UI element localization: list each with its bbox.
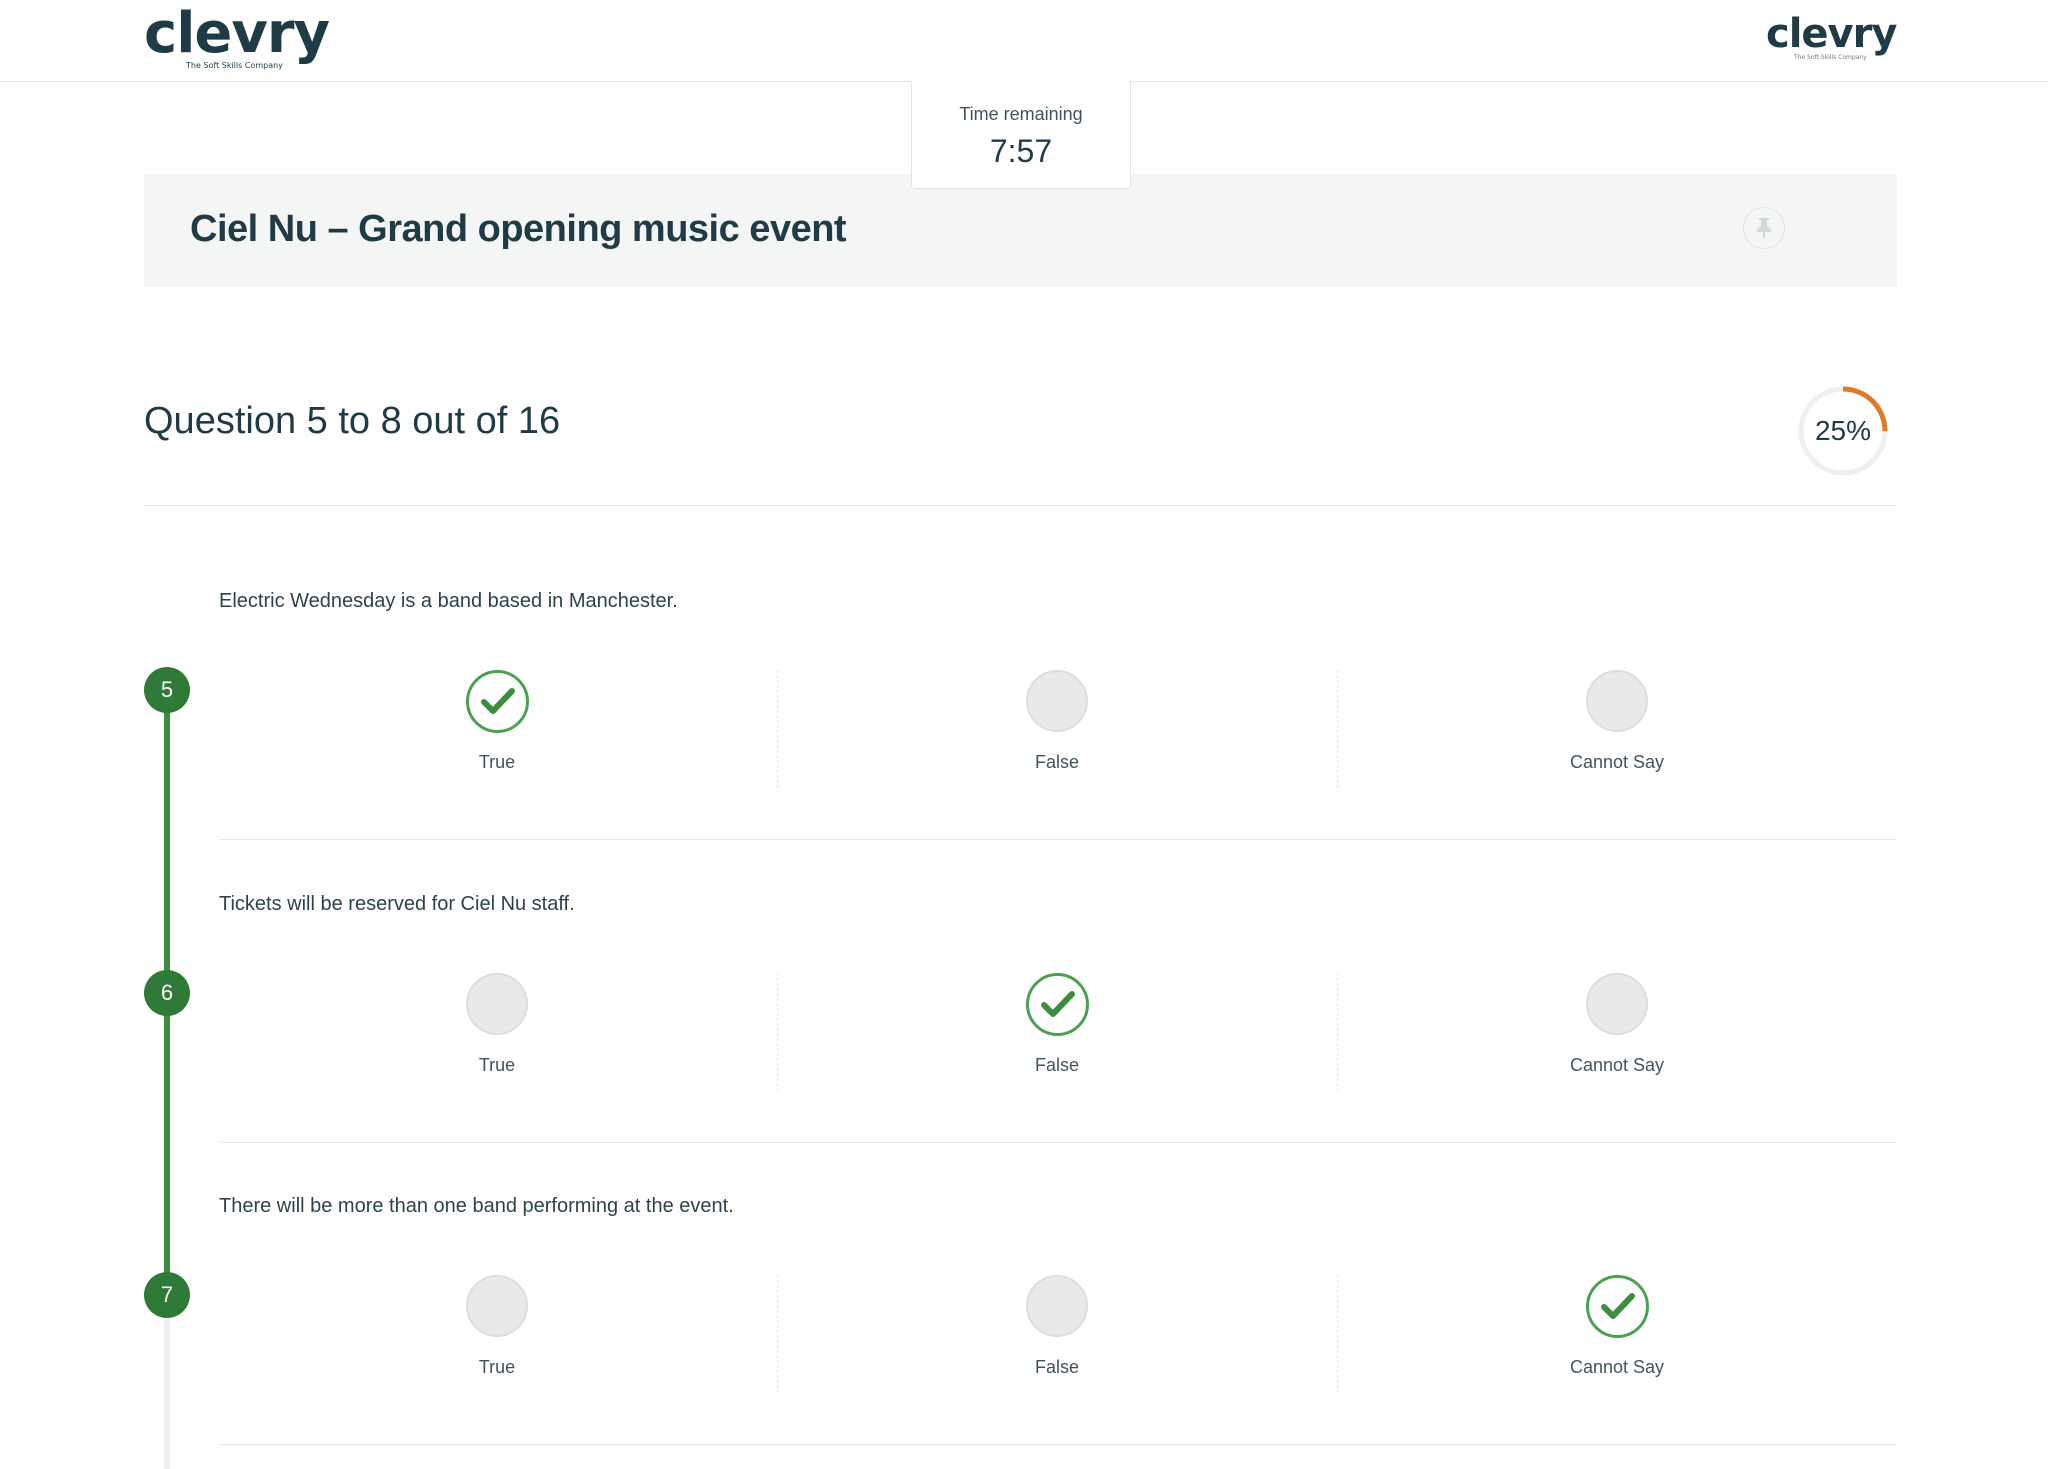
answer-radio[interactable]	[466, 973, 528, 1035]
clevry-logo-left: clevry The Soft Skills Company	[144, 1, 330, 71]
answer-radio[interactable]	[466, 670, 529, 733]
question-statement: There will be more than one band perform…	[219, 1195, 734, 1217]
option-divider	[777, 1275, 778, 1393]
answer-option-label: True	[478, 1357, 516, 1377]
answer-option-true[interactable]: True	[407, 1275, 587, 1395]
answer-option-cannot-say[interactable]: Cannot Say	[1527, 973, 1707, 1093]
answer-radio[interactable]	[466, 1275, 528, 1337]
answer-option-label: True	[478, 752, 516, 772]
answer-radio[interactable]	[1026, 1275, 1088, 1337]
checkmark-icon	[1041, 991, 1075, 1017]
option-divider	[1337, 1275, 1338, 1393]
answer-option-label: Cannot Say	[1569, 1357, 1665, 1377]
option-divider	[1337, 670, 1338, 788]
option-divider	[777, 973, 778, 1091]
time-remaining-panel: Time remaining 7:57	[911, 81, 1131, 189]
section-title: Ciel Nu – Grand opening music event	[190, 208, 847, 250]
answer-option-false[interactable]: False	[967, 973, 1147, 1093]
clevry-logo-right: clevry The Soft Skills Company	[1766, 11, 1897, 61]
question-statement: Electric Wednesday is a band based in Ma…	[219, 590, 678, 612]
answer-radio[interactable]	[1586, 670, 1648, 732]
logo-wordmark: clevry	[144, 1, 330, 66]
answer-option-label: False	[1034, 1357, 1079, 1377]
answer-option-label: False	[1034, 1055, 1079, 1075]
header-divider	[144, 505, 1897, 506]
progress-percent: 25%	[1814, 415, 1872, 446]
question-divider	[219, 839, 1897, 840]
question-number-badge: 7	[144, 1272, 190, 1318]
question-statement: Tickets will be reserved for Ciel Nu sta…	[219, 893, 575, 915]
answer-radio[interactable]	[1586, 973, 1648, 1035]
option-divider	[1337, 973, 1338, 1091]
answer-radio[interactable]	[1586, 1275, 1649, 1338]
answer-option-true[interactable]: True	[407, 973, 587, 1093]
logo-wordmark: clevry	[1766, 11, 1897, 57]
question-divider	[219, 1142, 1897, 1143]
pin-button[interactable]	[1743, 207, 1785, 249]
answer-radio[interactable]	[1026, 973, 1089, 1036]
answer-option-cannot-say[interactable]: Cannot Say	[1527, 670, 1707, 790]
question-divider	[219, 1444, 1897, 1445]
answer-option-label: True	[478, 1055, 516, 1075]
checkmark-icon	[1601, 1293, 1635, 1319]
time-remaining-value: 7:57	[989, 133, 1053, 169]
question-range-heading: Question 5 to 8 out of 16	[144, 400, 561, 442]
option-divider	[777, 670, 778, 788]
question-number-badge: 5	[144, 667, 190, 713]
top-bar: clevry The Soft Skills Company clevry Th…	[0, 0, 2048, 82]
section-title-bar: Ciel Nu – Grand opening music event	[144, 174, 1897, 287]
question-number-badge: 6	[144, 970, 190, 1016]
answer-option-label: False	[1034, 752, 1079, 772]
checkmark-icon	[481, 688, 515, 714]
answer-option-false[interactable]: False	[967, 670, 1147, 790]
answer-option-false[interactable]: False	[967, 1275, 1147, 1395]
answer-option-label: Cannot Say	[1569, 752, 1665, 772]
time-remaining-label: Time remaining	[959, 104, 1083, 124]
answer-option-cannot-say[interactable]: Cannot Say	[1527, 1275, 1707, 1395]
progress-track-remaining	[164, 1294, 170, 1469]
progress-ring: 25%	[1796, 384, 1890, 478]
answer-option-label: Cannot Say	[1569, 1055, 1665, 1075]
answer-option-true[interactable]: True	[407, 670, 587, 790]
pin-icon	[1757, 218, 1771, 238]
answer-radio[interactable]	[1026, 670, 1088, 732]
